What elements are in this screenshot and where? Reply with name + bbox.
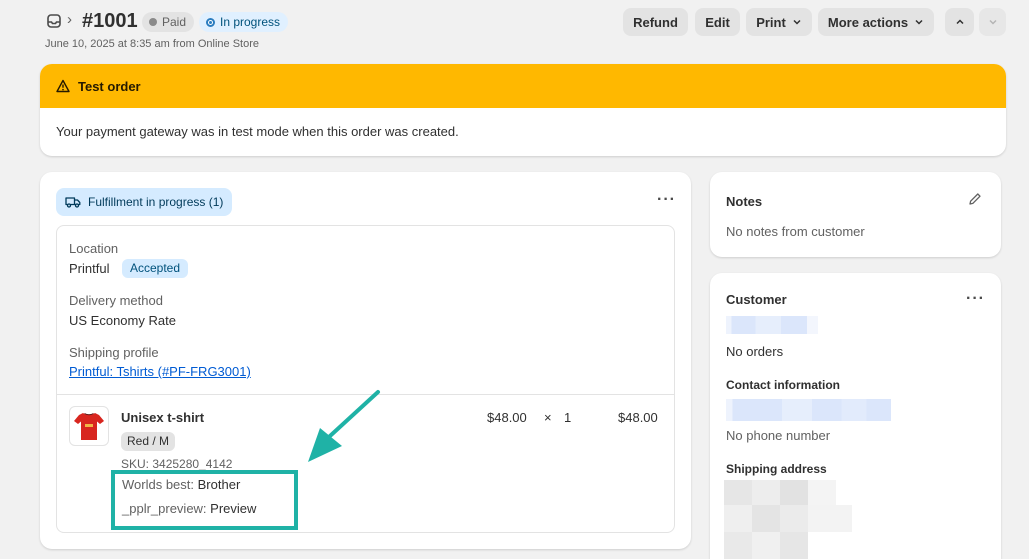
banner-header: Test order <box>40 64 1006 108</box>
red-tshirt-icon <box>74 413 104 440</box>
next-order-button[interactable] <box>979 8 1006 36</box>
highlighted-properties-box: Worlds best: Brother _pplr_preview: Prev… <box>111 470 298 530</box>
more-actions-button[interactable]: More actions <box>818 8 934 36</box>
notes-card: Notes No notes from customer <box>710 172 1001 257</box>
delivery-method-value: US Economy Rate <box>69 313 176 328</box>
location-status-badge: Accepted <box>122 259 189 278</box>
notes-body: No notes from customer <box>726 224 865 239</box>
more-options-icon[interactable]: ··· <box>657 191 676 209</box>
contact-info-title: Contact information <box>726 378 840 392</box>
orders-inbox-icon[interactable] <box>46 13 62 29</box>
shipping-profile-label: Shipping profile <box>69 345 159 360</box>
previous-order-button[interactable] <box>945 8 974 36</box>
payment-status-badge: Paid <box>142 12 195 32</box>
page-header: › #1001 Paid In progress June 10, 2025 a… <box>0 0 1029 60</box>
redacted-email[interactable] <box>726 399 891 421</box>
truck-icon <box>65 197 81 208</box>
breadcrumb-chevron-icon: › <box>67 11 72 28</box>
chevron-up-icon <box>955 19 964 25</box>
edit-button[interactable]: Edit <box>695 8 740 36</box>
customer-card: Customer ··· No orders Contact informati… <box>710 273 1001 559</box>
shipping-profile-link[interactable]: Printful: Tshirts (#PF-FRG3001) <box>69 364 251 379</box>
customer-title: Customer <box>726 292 787 307</box>
variant-badge: Red / M <box>121 432 176 451</box>
print-button[interactable]: Print <box>746 8 812 36</box>
location-label: Location <box>69 241 119 256</box>
banner-title: Test order <box>78 78 141 94</box>
status-dot-icon <box>149 18 157 26</box>
chevron-down-icon <box>793 19 801 25</box>
unit-price: $48.00 <box>487 410 527 425</box>
fulfillment-status-badge: Fulfillment in progress (1) <box>56 188 233 216</box>
redacted-shipping-address <box>724 480 854 559</box>
line-item-property: Worlds best: Brother <box>122 477 241 492</box>
more-options-icon[interactable]: ··· <box>966 290 985 308</box>
line-item-property: _pplr_preview: Preview <box>122 501 257 516</box>
order-date-source: June 10, 2025 at 8:35 am from Online Sto… <box>45 38 260 50</box>
banner-message: Your payment gateway was in test mode wh… <box>56 124 459 139</box>
progress-dot-icon <box>206 17 215 27</box>
refund-button[interactable]: Refund <box>623 8 688 36</box>
product-thumbnail[interactable] <box>69 406 109 446</box>
page-title: #1001 <box>82 10 138 32</box>
location-value: Printful <box>69 261 110 276</box>
test-order-banner: Test order Your payment gateway was in t… <box>40 64 1006 156</box>
chevron-down-icon <box>988 19 997 25</box>
fulfillment-card: Fulfillment in progress (1) ··· Location… <box>40 172 691 549</box>
fulfillment-details: Location Printful Accepted Delivery meth… <box>56 225 675 533</box>
notes-title: Notes <box>726 194 763 209</box>
line-total: $48.00 <box>618 410 658 425</box>
fulfillment-status-badge: In progress <box>199 12 289 32</box>
product-name[interactable]: Unisex t-shirt <box>121 410 204 425</box>
delivery-method-label: Delivery method <box>69 293 163 308</box>
redacted-customer-name[interactable] <box>726 316 818 334</box>
sku-text: SKU: 3425280_4142 <box>121 457 233 471</box>
pencil-edit-icon[interactable] <box>968 192 982 206</box>
customer-orders: No orders <box>726 344 784 359</box>
times-symbol: × <box>544 410 552 425</box>
annotation-arrow-icon <box>308 390 380 462</box>
phone-text: No phone number <box>726 428 831 443</box>
chevron-down-icon <box>915 19 923 25</box>
warning-icon <box>56 79 70 93</box>
shipping-address-title: Shipping address <box>726 462 827 476</box>
quantity: 1 <box>564 410 572 425</box>
